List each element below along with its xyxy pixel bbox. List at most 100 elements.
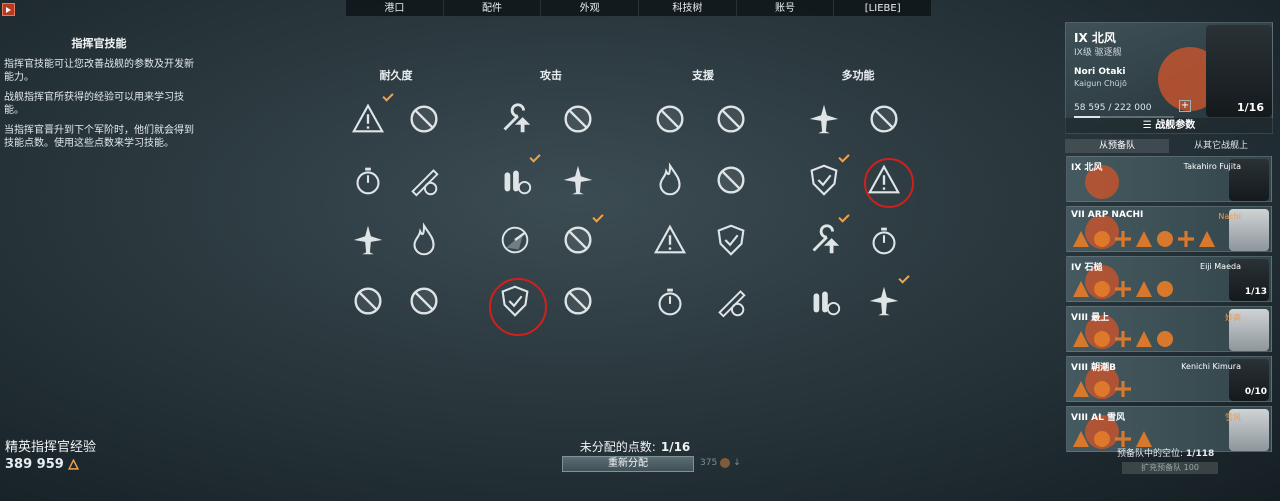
skill-no-entry-icon[interactable] [402,97,446,141]
skill-no-entry-icon[interactable] [556,279,600,323]
add-xp-button[interactable]: + [1179,100,1191,112]
skill-plane-icon[interactable] [802,97,846,141]
crew-ship-name: VIII 最上 [1071,313,1110,323]
skill-shell-icon[interactable] [493,151,541,202]
nav-account[interactable]: 账号 [737,0,835,16]
crew-skills [1073,281,1173,297]
wrench-icon [503,103,531,133]
crew-ship-name: IX 北风 [1071,163,1103,173]
unassigned-value: 1/16 [660,440,691,454]
skill-plane-icon[interactable] [556,158,600,202]
crew-card[interactable]: IV 石槌 Eiji Maeda 1/13 [1066,256,1272,302]
crew-commander-name: Takahiro Fujita [1183,162,1241,171]
tab-from-other-ships[interactable]: 从其它战舰上 [1169,139,1273,153]
skill-no-entry-icon[interactable] [709,158,753,202]
stopwatch-icon [356,167,380,195]
reserve-value: 1/118 [1185,449,1215,459]
cost-value: 375 [700,458,718,468]
skill-icon [1073,231,1089,247]
wrench-icon [812,224,840,254]
redistribute-button[interactable]: 重新分配 [562,456,694,472]
skill-shell-icon[interactable] [802,279,846,323]
crew-skills [1073,431,1152,447]
skill-fire-icon[interactable] [648,158,692,202]
skill-plane-icon[interactable] [862,272,910,323]
skill-icon [1094,231,1110,247]
menu-button[interactable] [2,3,15,16]
commander-name: Nori Otaki [1074,67,1126,77]
skill-stopwatch-icon[interactable] [346,158,390,202]
skill-fire-icon[interactable] [402,218,446,262]
skill-warning-icon[interactable] [346,90,394,141]
skill-icon [1115,281,1131,297]
skill-icon [1157,281,1173,297]
skill-no-entry-icon[interactable] [709,218,753,262]
nav-port[interactable]: 港口 [346,0,444,16]
skill-no-entry-icon[interactable] [556,97,600,141]
no-entry-icon [870,105,898,133]
nav-clan[interactable]: [LIEBE] [834,0,931,16]
skill-wrench-icon[interactable] [493,97,537,141]
torpedo-icon [411,169,439,197]
skill-icon [1178,231,1194,247]
panel-paragraph: 指挥官技能可让您改善战舰的参数及开发新能力。 [4,59,194,83]
skill-torpedo-icon[interactable] [709,279,753,323]
list-icon: ☰ [1142,120,1156,131]
skill-icon [1115,331,1131,347]
crew-ship-name: VII ARP NACHI [1071,210,1144,220]
skill-icon [1094,431,1110,447]
tab-from-reserve[interactable]: 从预备队 [1065,139,1169,153]
skill-warning-icon[interactable] [648,218,692,262]
crew-card[interactable]: VIII 朝潮B Kenichi Kimura 0/10 [1066,356,1272,402]
category-survivability: 耐久度 [379,69,413,82]
points-summary: 未分配的点数: 1/16 [555,436,715,455]
crew-commander-name: Kenichi Kimura [1181,362,1241,371]
nav-tech-tree[interactable]: 科技树 [639,0,737,16]
crew-ship-name: IV 石槌 [1071,263,1103,273]
skill-icon [1073,331,1089,347]
crew-skills [1073,381,1131,397]
crew-card[interactable]: VII ARP NACHI Nachi [1066,206,1272,252]
shield-icon [810,164,838,196]
skill-icon [1094,381,1110,397]
skill-no-entry-icon[interactable] [862,97,906,141]
learned-check-icon [382,90,394,102]
crew-card[interactable]: IX 北风 Takahiro Fujita [1066,156,1272,202]
skill-icon [1199,231,1215,247]
skill-icon [1073,281,1089,297]
skill-plane-icon[interactable] [346,218,390,262]
skill-stopwatch-icon[interactable] [648,279,692,323]
skill-stopwatch-icon[interactable] [862,218,906,262]
skill-no-entry-icon[interactable] [402,279,446,323]
warning-icon [351,103,385,133]
skill-icon [1073,381,1089,397]
learned-check-icon [838,151,850,163]
no-entry-icon [354,287,382,315]
crew-commander-name: Nachi [1218,212,1241,221]
skill-no-entry-icon[interactable] [346,279,390,323]
skill-icon [1073,431,1089,447]
highlight-ring [489,278,547,336]
expand-reserve-button[interactable]: 扩充预备队 100 [1122,462,1218,474]
skill-torpedo-icon[interactable] [402,158,446,202]
skill-no-entry-icon[interactable] [709,97,753,141]
shell-icon [504,170,532,195]
ship-name: IX 北风 [1074,31,1116,45]
skill-icon [1115,381,1131,397]
crew-tabs: 从预备队 从其它战舰上 [1065,139,1273,153]
skill-no-entry-icon[interactable] [556,211,604,262]
elite-xp-row: 389 959 [5,457,96,472]
skill-shield-icon[interactable] [802,151,850,202]
elite-xp-icon [67,459,79,470]
learned-check-icon [898,272,910,284]
nav-modules[interactable]: 配件 [444,0,542,16]
skill-icon [1094,281,1110,297]
skill-radar-icon[interactable] [493,218,537,262]
skill-wrench-icon[interactable] [802,211,850,262]
nav-exterior[interactable]: 外观 [541,0,640,16]
ship-params-button[interactable]: ☰ 战舰参数 [1065,118,1273,134]
stopwatch-icon [872,227,896,255]
no-entry-icon [410,287,438,315]
crew-card[interactable]: VIII 最上 妙高 [1066,306,1272,352]
skill-no-entry-icon[interactable] [648,97,692,141]
